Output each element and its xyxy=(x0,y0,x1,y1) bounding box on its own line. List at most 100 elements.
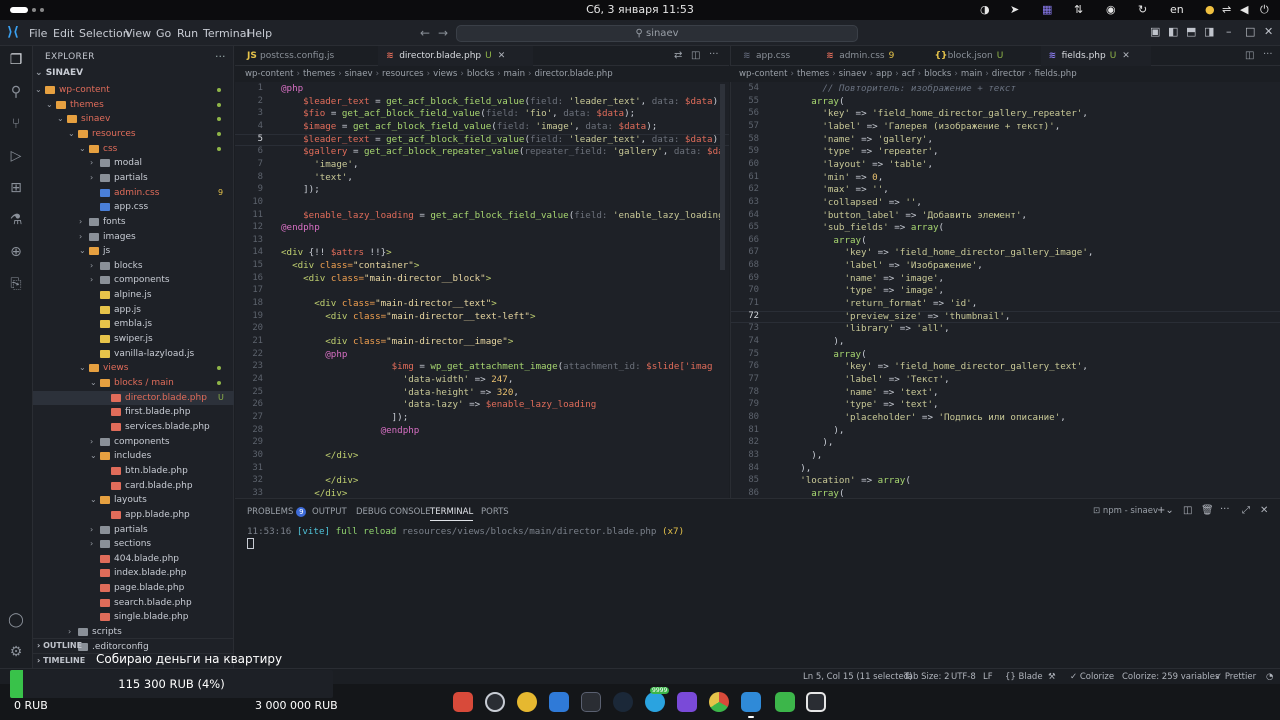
source-control-icon[interactable]: ⑂ xyxy=(8,116,24,132)
tree-item[interactable]: ⌄ sinaev xyxy=(33,112,234,127)
more-actions-icon[interactable]: ··· xyxy=(709,49,719,60)
explorer-icon[interactable]: ❐ xyxy=(8,52,24,68)
tree-item[interactable]: › blocks xyxy=(33,259,234,274)
command-center-search[interactable]: ⚲ sinaev xyxy=(456,25,858,42)
more-actions-icon[interactable]: ··· xyxy=(215,50,226,63)
tab-size[interactable]: Tab Size: 2 xyxy=(904,672,950,682)
menu-run[interactable]: Run xyxy=(177,27,198,40)
tree-item[interactable]: ⌄ layouts xyxy=(33,493,234,508)
tree-item[interactable]: search.blade.php xyxy=(33,596,234,611)
editor-tab[interactable]: JS postcss.config.js xyxy=(239,46,374,66)
tree-item[interactable]: ⌄ views xyxy=(33,361,234,376)
panel-tab[interactable]: DEBUG CONSOLE xyxy=(356,507,430,517)
tray-app-icon[interactable]: ▦ xyxy=(1042,3,1052,16)
tree-item[interactable]: ⌄ blocks / main xyxy=(33,376,234,391)
panel-tab[interactable]: OUTPUT xyxy=(312,507,347,517)
obs-app-icon[interactable] xyxy=(485,692,505,712)
new-terminal-icon[interactable]: +⌄ xyxy=(1157,505,1174,516)
breadcrumb-item[interactable]: director.blade.php xyxy=(534,69,612,79)
left-code-editor[interactable]: 1 @php 2 $leader_text = get_acf_block_fiel… xyxy=(235,82,729,498)
tab-close-icon[interactable]: ✕ xyxy=(1122,51,1130,61)
tree-item[interactable]: › sections xyxy=(33,537,234,552)
menu-selection[interactable]: Selection xyxy=(79,27,130,40)
editor-tab[interactable]: ≋ app.css xyxy=(735,46,814,66)
tree-item[interactable]: app.blade.php xyxy=(33,508,234,523)
menu-edit[interactable]: Edit xyxy=(53,27,74,40)
tree-item[interactable]: app.css xyxy=(33,200,234,215)
tree-item[interactable]: › partials xyxy=(33,171,234,186)
end-of-line[interactable]: LF xyxy=(983,672,993,682)
volume-icon[interactable]: ◀ xyxy=(1240,3,1248,16)
close-panel-icon[interactable]: ✕ xyxy=(1260,505,1268,516)
breadcrumb-item[interactable]: app xyxy=(876,69,892,79)
kill-terminal-icon[interactable]: 🗑 xyxy=(1201,505,1214,516)
chrome-app-icon[interactable] xyxy=(709,692,729,712)
close-icon[interactable]: ✕ xyxy=(1264,25,1273,38)
tree-item[interactable]: › modal xyxy=(33,156,234,171)
tree-item[interactable]: page.blade.php xyxy=(33,581,234,596)
terminal-app-icon[interactable] xyxy=(581,692,601,712)
maximize-icon[interactable]: □ xyxy=(1245,25,1255,38)
menu-go[interactable]: Go xyxy=(156,27,171,40)
system-clock[interactable]: Сб, 3 января 11:53 xyxy=(0,3,1280,16)
tree-item[interactable]: alpine.js xyxy=(33,288,234,303)
breadcrumb-item[interactable]: themes xyxy=(797,69,829,79)
outline-section[interactable]: › OUTLINE xyxy=(33,638,234,652)
tree-item[interactable]: btn.blade.php xyxy=(33,464,234,479)
music-app-icon[interactable] xyxy=(517,692,537,712)
compare-icon[interactable]: ⇄ xyxy=(674,50,682,61)
panel-tab[interactable]: TERMINAL xyxy=(430,507,474,521)
minimize-icon[interactable]: – xyxy=(1226,25,1232,38)
tree-item[interactable]: › fonts xyxy=(33,215,234,230)
tree-item[interactable]: › images xyxy=(33,230,234,245)
tree-item[interactable]: card.blade.php xyxy=(33,479,234,494)
toggle-panel-icon[interactable]: ⬒ xyxy=(1186,25,1196,38)
terminal-cursor[interactable] xyxy=(247,538,254,549)
tree-item[interactable]: vanilla-lazyload.js xyxy=(33,347,234,362)
discord-icon[interactable]: ◉ xyxy=(1106,3,1116,16)
settings-gear-icon[interactable]: ⚙ xyxy=(8,644,24,660)
network-icon[interactable]: ⇌ xyxy=(1222,3,1231,16)
keyboard-layout[interactable]: en xyxy=(1170,3,1184,16)
tab-close-icon[interactable]: ✕ xyxy=(498,51,506,61)
colorize-variables[interactable]: Colorize: 259 variables xyxy=(1122,672,1219,682)
tree-item[interactable]: swiper.js xyxy=(33,332,234,347)
language-mode[interactable]: {} Blade xyxy=(1005,672,1043,682)
workspace-root[interactable]: ⌄ SINAEV xyxy=(35,68,234,82)
app-icon[interactable] xyxy=(677,692,697,712)
tree-item[interactable]: › components xyxy=(33,273,234,288)
menu-view[interactable]: View xyxy=(125,27,151,40)
notifications-bell-icon[interactable]: ◔ xyxy=(1266,672,1273,682)
tree-item[interactable]: › components xyxy=(33,435,234,450)
colorize-toggle[interactable]: ✓ Colorize xyxy=(1070,672,1114,682)
panel-tab[interactable]: PORTS xyxy=(481,507,509,517)
split-editor-icon[interactable]: ◫ xyxy=(1245,50,1254,61)
tree-item[interactable]: 404.blade.php xyxy=(33,552,234,567)
encoding[interactable]: UTF-8 xyxy=(951,672,976,682)
back-arrow-icon[interactable]: ← xyxy=(420,26,430,40)
breadcrumb-item[interactable]: acf xyxy=(902,69,915,79)
remote-icon[interactable]: ⊕ xyxy=(8,244,24,260)
tree-item[interactable]: embla.js xyxy=(33,317,234,332)
text-editor-app-icon[interactable] xyxy=(549,692,569,712)
layout-icon[interactable]: ▣ xyxy=(1150,25,1160,38)
maximize-panel-icon[interactable]: ⤢ xyxy=(1242,505,1250,516)
telegram-app-icon[interactable] xyxy=(645,692,665,712)
menu-file[interactable]: File xyxy=(29,27,47,40)
breadcrumb-item[interactable]: blocks xyxy=(467,69,494,79)
microphone-icon[interactable]: ● xyxy=(1205,3,1215,16)
editor-tab[interactable]: ≋ director.blade.php U ✕ xyxy=(378,46,533,66)
prettier-status[interactable]: ✓ Prettier xyxy=(1215,672,1256,682)
more-actions-icon[interactable]: ··· xyxy=(1263,49,1273,60)
breadcrumb-item[interactable]: main xyxy=(961,69,982,79)
testing-icon[interactable]: ⚗ xyxy=(8,212,24,228)
breadcrumb-item[interactable]: fields.php xyxy=(1035,69,1077,79)
split-editor-icon[interactable]: ◫ xyxy=(691,50,700,61)
tray-app-icon[interactable]: ◑ xyxy=(980,3,990,16)
tree-item[interactable]: ⌄ wp-content xyxy=(33,83,234,98)
tree-item[interactable]: › partials xyxy=(33,523,234,538)
breadcrumb-item[interactable]: views xyxy=(433,69,457,79)
breadcrumb-item[interactable]: director xyxy=(992,69,1025,79)
left-editor-scrollbar[interactable] xyxy=(720,84,725,270)
menu-terminal[interactable]: Terminal xyxy=(203,27,250,40)
